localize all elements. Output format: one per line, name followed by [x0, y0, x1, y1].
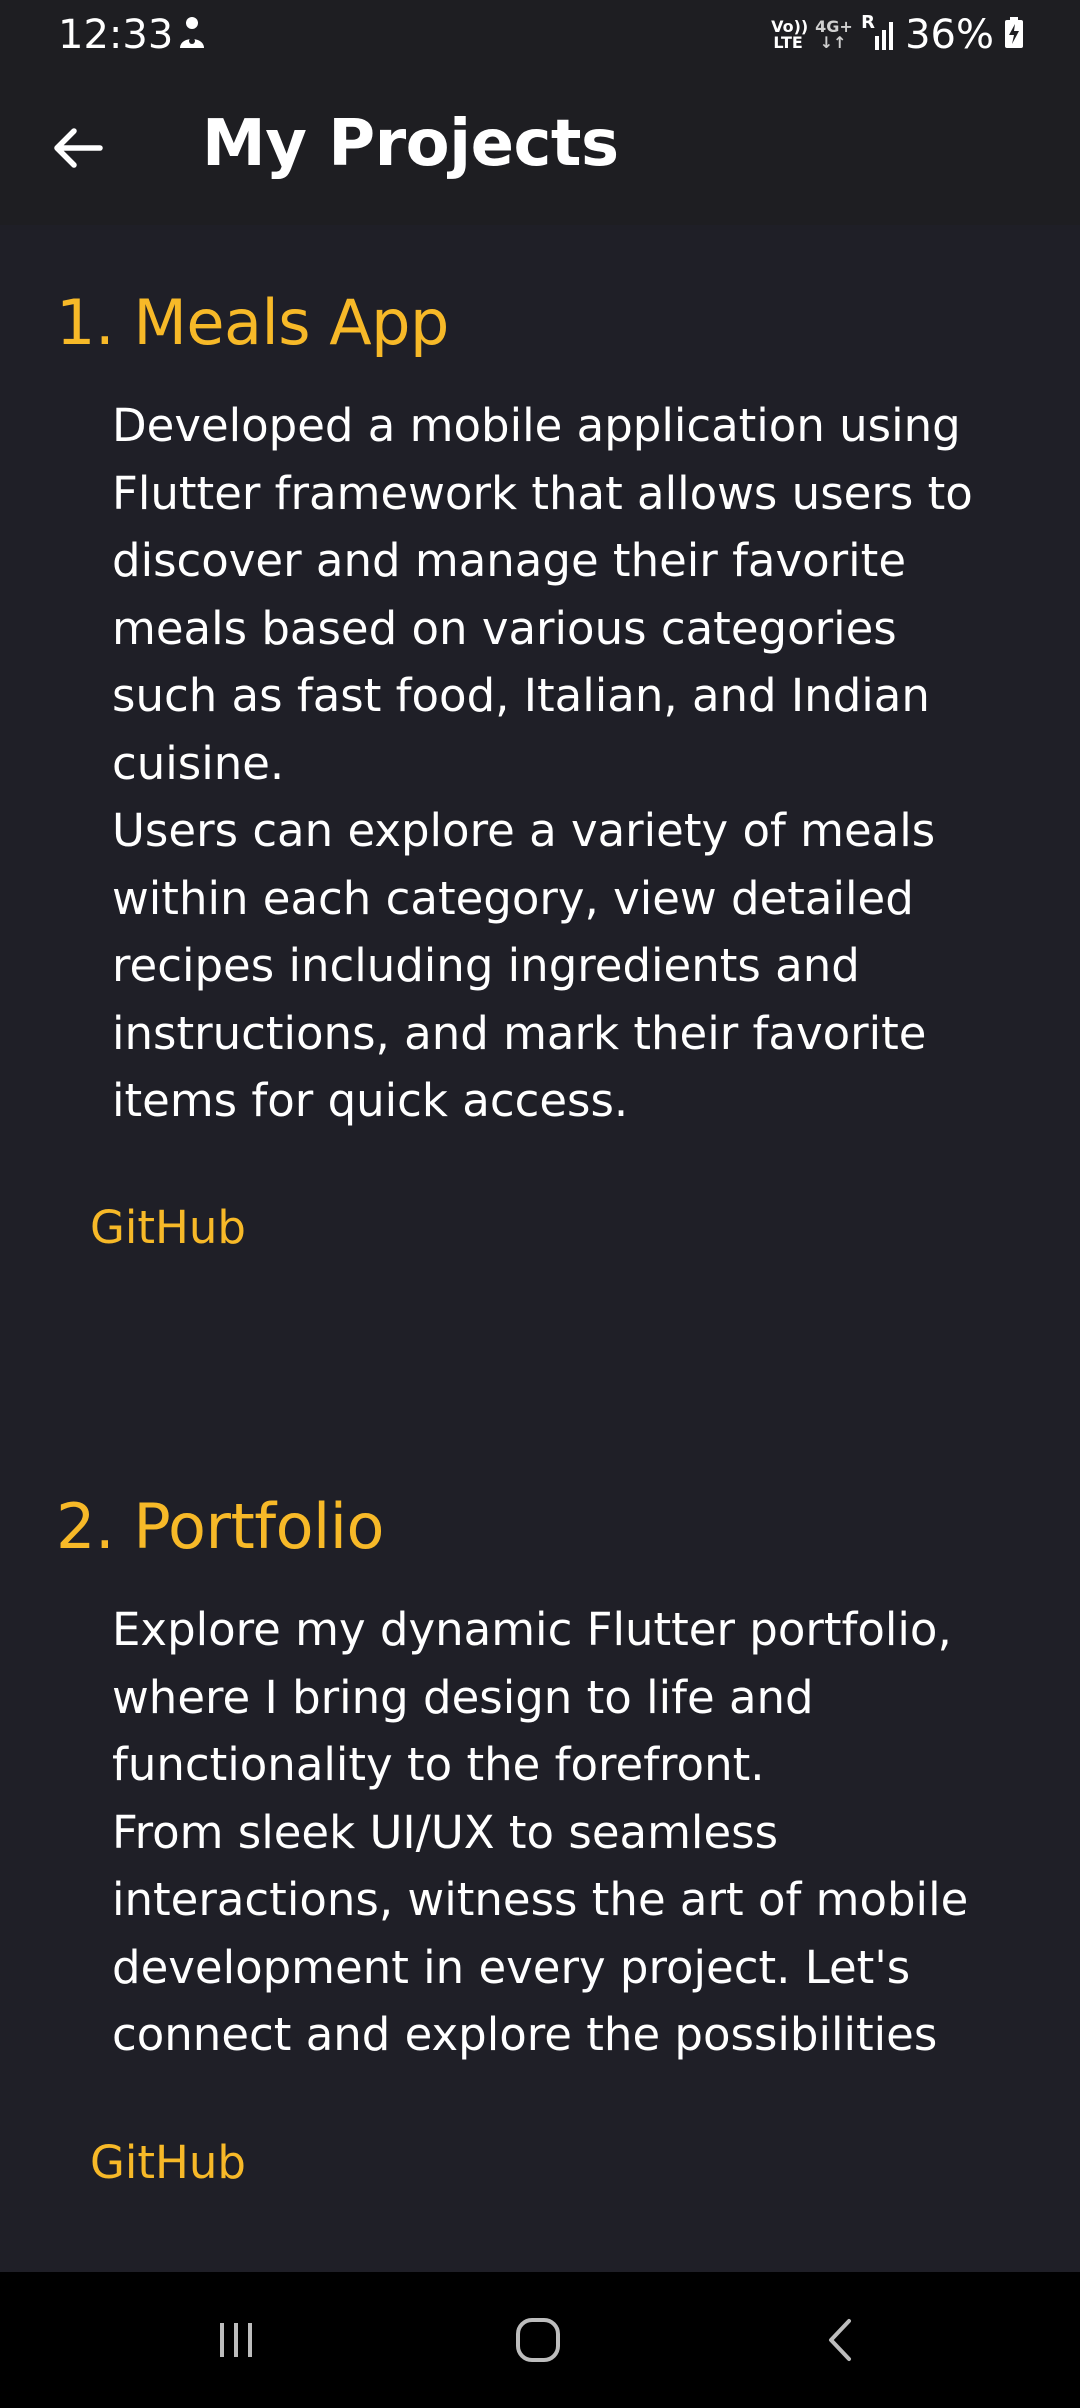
recent-apps-icon — [220, 2323, 252, 2357]
system-back-button[interactable] — [802, 2300, 882, 2380]
home-icon — [516, 2318, 560, 2362]
project-title: 2. Portfolio — [56, 1490, 384, 1563]
projects-list: 1. Meals App Developed a mobile applicat… — [0, 225, 1080, 2272]
arrow-left-icon — [54, 128, 103, 168]
system-navigation-bar — [0, 2272, 1080, 2408]
recent-apps-button[interactable] — [196, 2300, 276, 2380]
notification-person-icon — [172, 14, 212, 54]
project-title: 1. Meals App — [56, 286, 449, 359]
signal-icon: R — [861, 12, 895, 52]
battery-charging-icon — [1004, 17, 1024, 53]
lte-label: LTE — [773, 33, 803, 52]
battery-percentage: 36% — [905, 12, 994, 58]
volte-indicator: Vo)) LTE — [771, 19, 808, 52]
project-description: Explore my dynamic Flutter portfolio, wh… — [112, 1603, 969, 2061]
status-time: 12:33 — [58, 12, 174, 58]
page-title: My Projects — [202, 107, 619, 181]
data-arrows-label: ↓↑ — [819, 33, 847, 52]
status-indicators: Vo)) LTE 4G+ ↓↑ R 36% — [771, 10, 1024, 60]
github-link[interactable]: GitHub — [90, 1198, 246, 1258]
data-indicator: 4G+ ↓↑ — [815, 19, 853, 52]
github-link[interactable]: GitHub — [90, 2133, 246, 2193]
home-button[interactable] — [498, 2300, 578, 2380]
back-icon — [829, 2319, 851, 2361]
project-description: Developed a mobile application using Flu… — [112, 399, 973, 1127]
app-bar: My Projects — [0, 70, 1080, 225]
back-button[interactable] — [40, 110, 116, 186]
status-bar: 12:33 Vo)) LTE 4G+ ↓↑ R 36% — [0, 0, 1080, 70]
